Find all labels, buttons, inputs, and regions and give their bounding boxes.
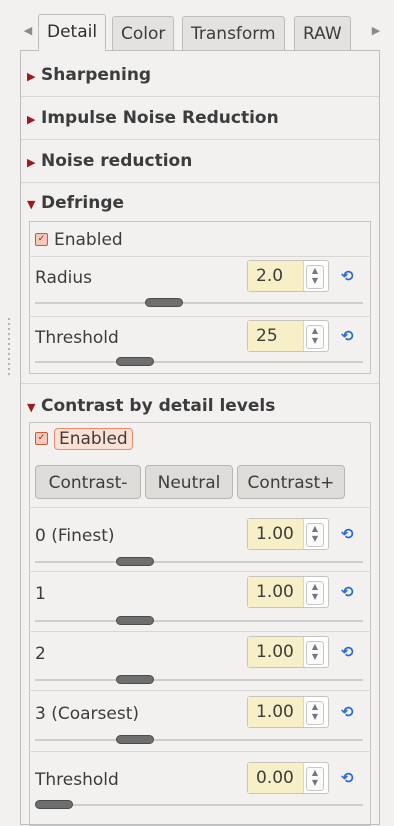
threshold-label: Threshold bbox=[35, 328, 119, 348]
section-sharpening[interactable]: ▶ Sharpening bbox=[27, 60, 151, 90]
level-1-slider-handle[interactable] bbox=[116, 616, 155, 625]
section-defringe[interactable]: ▼ Defringe bbox=[27, 188, 124, 218]
contrast-threshold-label: Threshold bbox=[35, 770, 119, 790]
section-title: Impulse Noise Reduction bbox=[41, 108, 279, 128]
checkbox-checked-icon: ✓ bbox=[35, 431, 48, 445]
level-3-value[interactable]: 1.00 bbox=[248, 697, 304, 727]
spin-arrows-icon[interactable]: ▲ ▼ bbox=[306, 581, 324, 605]
section-impulse-noise[interactable]: ▶ Impulse Noise Reduction bbox=[27, 103, 279, 133]
radius-label: Radius bbox=[35, 268, 93, 288]
divider bbox=[29, 316, 371, 317]
expander-expanded-icon: ▼ bbox=[27, 401, 36, 414]
level-0-slider-track[interactable] bbox=[35, 561, 363, 563]
expander-collapsed-icon: ▶ bbox=[27, 156, 36, 169]
reset-icon[interactable]: ⟲ bbox=[341, 328, 357, 344]
reset-icon[interactable]: ⟲ bbox=[341, 770, 357, 786]
spin-arrows-icon[interactable]: ▲ ▼ bbox=[306, 641, 324, 665]
level-2-spinbox[interactable]: 1.00 ▲ ▼ bbox=[247, 636, 329, 668]
section-title: Defringe bbox=[41, 193, 125, 213]
level-2-slider-track[interactable] bbox=[35, 679, 363, 681]
detail-tab-content: ▶ Sharpening ▶ Impulse Noise Reduction ▶ No… bbox=[20, 50, 380, 826]
reset-icon[interactable]: ⟲ bbox=[341, 526, 357, 542]
checkbox-label: Enabled bbox=[54, 230, 123, 250]
level-1-spinbox[interactable]: 1.00 ▲ ▼ bbox=[247, 576, 329, 608]
tab-color[interactable]: Color bbox=[112, 16, 175, 50]
neutral-button[interactable]: Neutral bbox=[145, 465, 233, 499]
defringe-enabled-checkbox[interactable]: ✓ Enabled bbox=[35, 227, 123, 253]
expander-collapsed-icon: ▶ bbox=[27, 70, 36, 83]
level-3-label: 3 (Coarsest) bbox=[35, 704, 140, 724]
contrast-threshold-slider-track[interactable] bbox=[35, 804, 363, 806]
reset-icon[interactable]: ⟲ bbox=[341, 268, 357, 284]
radius-slider-handle[interactable] bbox=[145, 298, 184, 307]
chevron-right-icon[interactable]: ▶ bbox=[370, 22, 382, 40]
level-0-label: 0 (Finest) bbox=[35, 526, 115, 546]
level-3-slider-handle[interactable] bbox=[116, 735, 155, 744]
tab-detail[interactable]: Detail bbox=[38, 14, 107, 51]
tab-transform[interactable]: Transform bbox=[182, 16, 285, 50]
divider bbox=[29, 571, 371, 572]
contrast-threshold-spinbox[interactable]: 0.00 ▲ ▼ bbox=[247, 762, 329, 794]
radius-spinbox[interactable]: 2.0 ▲ ▼ bbox=[247, 260, 329, 292]
section-title: Contrast by detail levels bbox=[41, 396, 276, 416]
contrast-minus-button[interactable]: Contrast- bbox=[35, 465, 141, 499]
checkbox-checked-icon: ✓ bbox=[35, 232, 48, 246]
level-2-slider-handle[interactable] bbox=[116, 675, 155, 684]
checkbox-label: Enabled bbox=[54, 428, 133, 450]
section-noise-reduction[interactable]: ▶ Noise reduction bbox=[27, 146, 192, 176]
section-title: Sharpening bbox=[41, 65, 152, 85]
divider bbox=[21, 96, 379, 97]
spin-arrows-icon[interactable]: ▲ ▼ bbox=[306, 265, 324, 289]
reset-icon[interactable]: ⟲ bbox=[341, 584, 357, 600]
threshold-spinbox[interactable]: 25 ▲ ▼ bbox=[247, 320, 329, 352]
contrast-threshold-value[interactable]: 0.00 bbox=[248, 763, 304, 793]
tab-raw[interactable]: RAW bbox=[294, 16, 351, 50]
level-0-value[interactable]: 1.00 bbox=[248, 519, 304, 549]
divider bbox=[21, 383, 379, 384]
section-contrast-by-detail[interactable]: ▼ Contrast by detail levels bbox=[27, 391, 275, 421]
spin-arrows-icon[interactable]: ▲ ▼ bbox=[306, 523, 324, 547]
reset-icon[interactable]: ⟲ bbox=[341, 704, 357, 720]
divider bbox=[29, 690, 371, 691]
tool-panel: ◀ Detail Color Transform RAW ▶ ▶ Sharpeni… bbox=[18, 0, 384, 826]
level-0-spinbox[interactable]: 1.00 ▲ ▼ bbox=[247, 518, 329, 550]
expander-collapsed-icon: ▶ bbox=[27, 113, 36, 126]
radius-slider-track[interactable] bbox=[35, 302, 363, 304]
divider bbox=[21, 182, 379, 183]
divider bbox=[29, 631, 371, 632]
spin-arrows-icon[interactable]: ▲ ▼ bbox=[306, 325, 324, 349]
tab-bar: ◀ Detail Color Transform RAW ▶ bbox=[18, 14, 384, 51]
level-0-slider-handle[interactable] bbox=[116, 557, 155, 566]
radius-value[interactable]: 2.0 bbox=[248, 261, 304, 291]
level-2-value[interactable]: 1.00 bbox=[248, 637, 304, 667]
level-3-slider-track[interactable] bbox=[35, 739, 363, 741]
divider bbox=[29, 751, 371, 752]
level-1-slider-track[interactable] bbox=[35, 620, 363, 622]
level-1-label: 1 bbox=[35, 584, 46, 604]
threshold-slider-handle[interactable] bbox=[116, 357, 155, 366]
level-1-value[interactable]: 1.00 bbox=[248, 577, 304, 607]
contrast-enabled-checkbox[interactable]: ✓ Enabled bbox=[35, 426, 133, 452]
divider bbox=[29, 507, 371, 508]
panel-resize-handle[interactable] bbox=[8, 318, 10, 378]
chevron-left-icon[interactable]: ◀ bbox=[22, 22, 34, 40]
threshold-slider-track[interactable] bbox=[35, 361, 363, 363]
contrast-threshold-slider-handle[interactable] bbox=[35, 800, 73, 809]
contrast-plus-button[interactable]: Contrast+ bbox=[237, 465, 345, 499]
level-2-label: 2 bbox=[35, 644, 46, 664]
spin-arrows-icon[interactable]: ▲ ▼ bbox=[306, 767, 324, 791]
expander-expanded-icon: ▼ bbox=[27, 198, 36, 211]
spin-arrows-icon[interactable]: ▲ ▼ bbox=[306, 701, 324, 725]
divider bbox=[21, 139, 379, 140]
level-3-spinbox[interactable]: 1.00 ▲ ▼ bbox=[247, 696, 329, 728]
divider bbox=[29, 256, 371, 257]
threshold-value[interactable]: 25 bbox=[248, 321, 304, 351]
section-title: Noise reduction bbox=[41, 151, 193, 171]
reset-icon[interactable]: ⟲ bbox=[341, 644, 357, 660]
